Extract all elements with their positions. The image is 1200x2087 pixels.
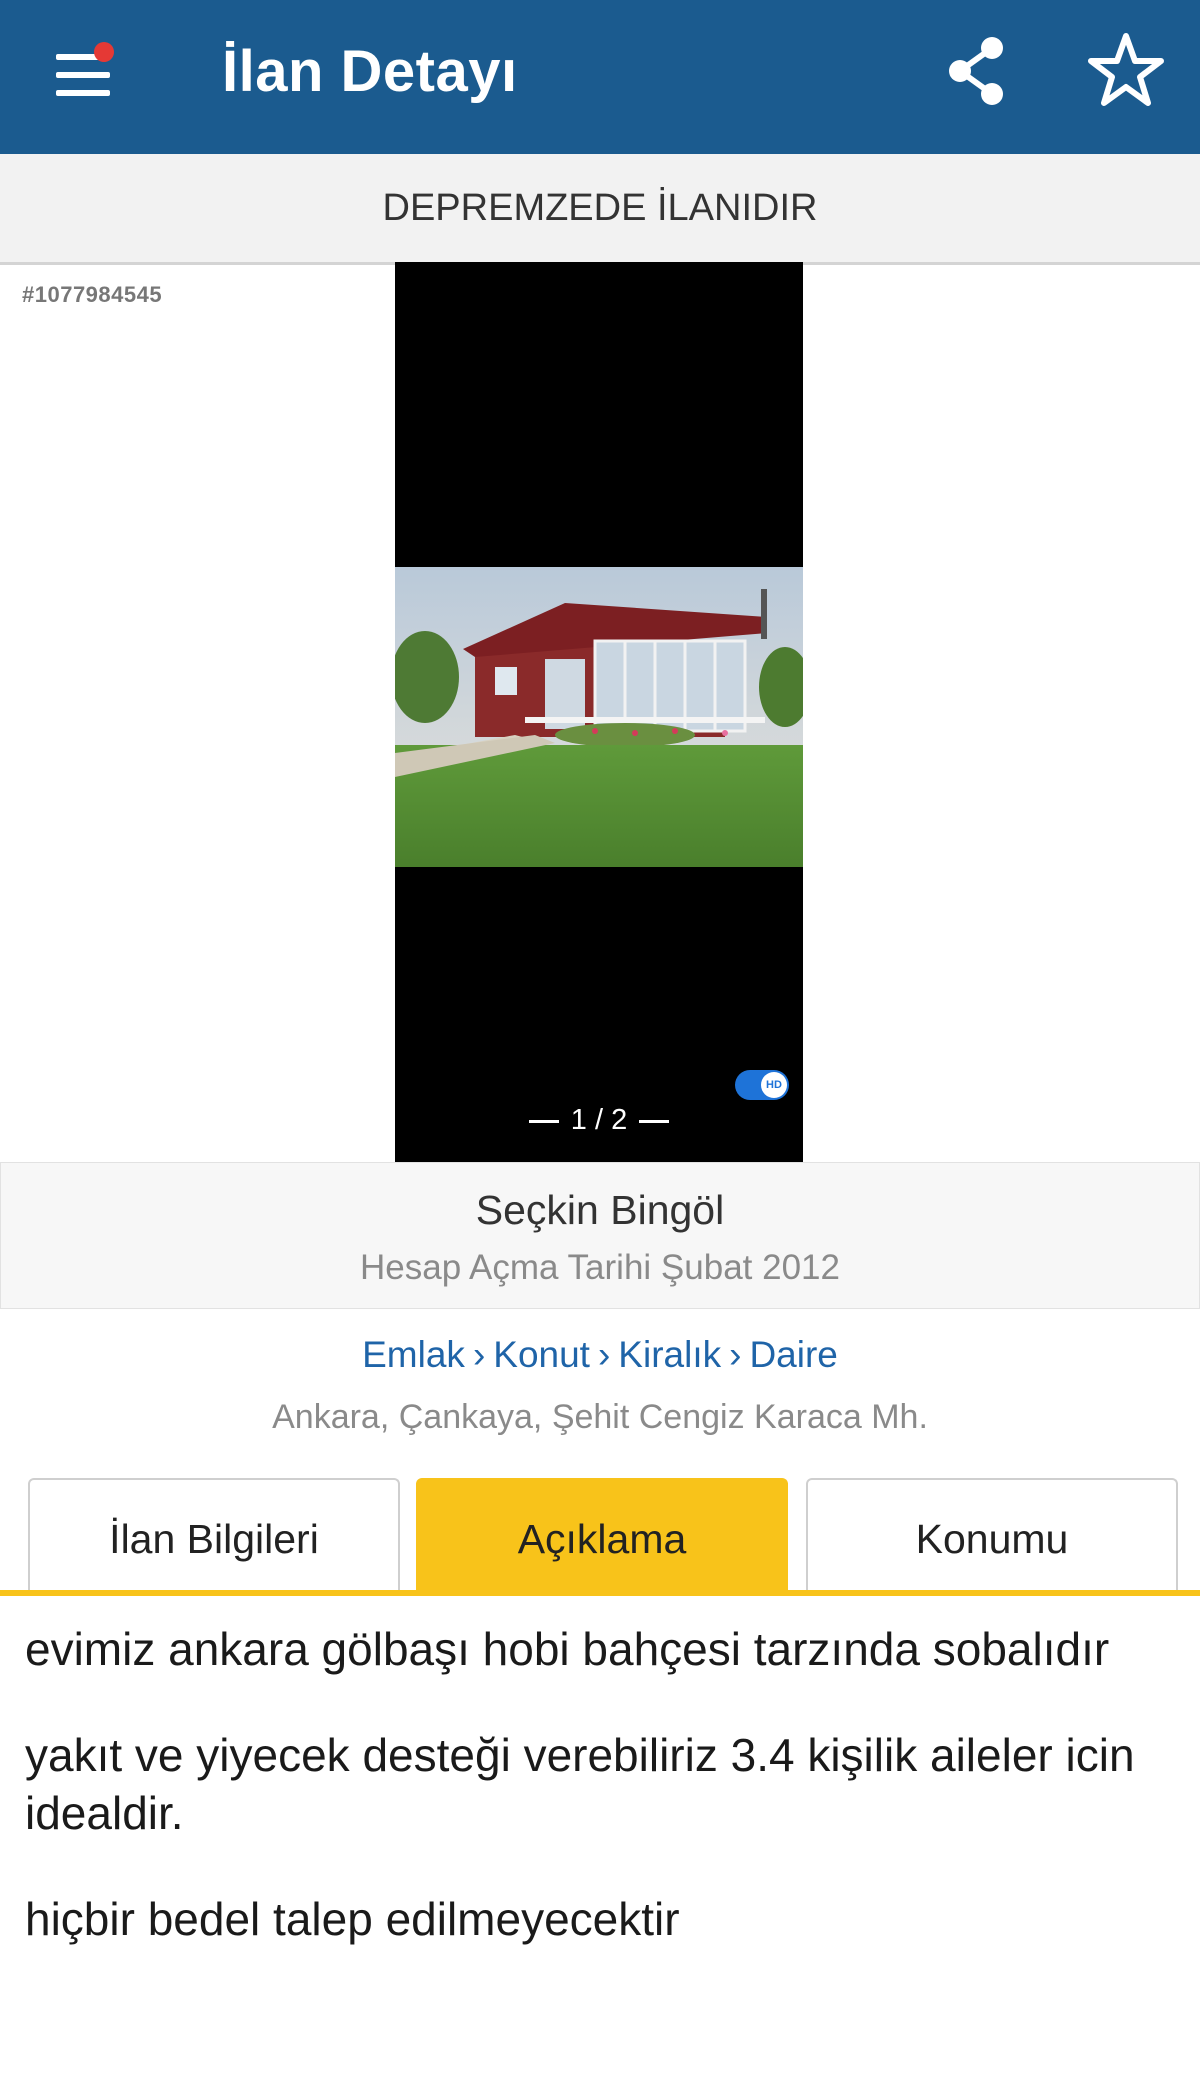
breadcrumb-item-daire[interactable]: Daire <box>749 1334 837 1375</box>
pager-line-left <box>528 1119 559 1123</box>
tab-konumu[interactable]: Konumu <box>806 1478 1178 1590</box>
hamburger-menu-icon-bar <box>56 90 110 96</box>
share-icon <box>949 37 1003 105</box>
seller-card[interactable]: Seçkin Bingöl Hesap Açma Tarihi Şubat 20… <box>0 1162 1200 1309</box>
tab-bar: İlan Bilgileri Açıklama Konumu <box>0 1478 1200 1592</box>
star-outline-icon <box>1088 33 1164 106</box>
listing-description: evimiz ankara gölbaşı hobi bahçesi tarzı… <box>25 1620 1185 1996</box>
favorite-button[interactable] <box>1088 30 1164 110</box>
description-paragraph: hiçbir bedel talep edilmeyecektir <box>25 1893 680 1945</box>
listing-number: #1077984545 <box>22 282 163 307</box>
tab-ilan-bilgileri[interactable]: İlan Bilgileri <box>28 1478 400 1590</box>
share-button[interactable] <box>944 34 1010 108</box>
listing-photo[interactable] <box>395 567 803 1132</box>
breadcrumb: Emlak › Konut › Kiralık › Daire <box>0 1334 1200 1376</box>
breadcrumb-item-kiralik[interactable]: Kiralık <box>618 1334 721 1375</box>
description-paragraph: evimiz ankara gölbaşı hobi bahçesi tarzı… <box>25 1623 1110 1675</box>
hd-toggle[interactable]: HD <box>735 1070 789 1100</box>
breadcrumb-separator: › <box>729 1334 742 1375</box>
listing-location: Ankara, Çankaya, Şehit Cengiz Karaca Mh. <box>272 1398 928 1436</box>
page-title: İlan Detayı <box>222 39 518 104</box>
notification-dot <box>94 42 114 62</box>
breadcrumb-separator: › <box>472 1334 486 1375</box>
hd-label: HD <box>761 1072 787 1098</box>
earthquake-victim-banner: DEPREMZEDE İLANIDIR <box>0 154 1200 265</box>
breadcrumb-item-emlak[interactable]: Emlak <box>362 1334 465 1375</box>
pager-line-right <box>639 1119 670 1123</box>
menu-button[interactable] <box>50 42 120 108</box>
breadcrumb-separator: › <box>597 1334 611 1375</box>
description-paragraph: yakıt ve yiyecek desteği verebiliriz 3.4… <box>25 1729 1135 1839</box>
hamburger-menu-icon-bar <box>56 72 110 78</box>
pager-text: 1 / 2 <box>570 1104 628 1136</box>
house-photo-image <box>395 567 803 867</box>
photo-pager: 1 / 2 <box>395 1104 803 1137</box>
photo-gallery[interactable]: HD 1 / 2 <box>395 262 803 1162</box>
app-bar: İlan Detayı <box>0 0 1200 154</box>
breadcrumb-item-konut[interactable]: Konut <box>493 1334 590 1375</box>
tab-aciklama[interactable]: Açıklama <box>416 1478 788 1590</box>
tab-underline <box>0 1590 1200 1596</box>
seller-since: Hesap Açma Tarihi Şubat 2012 <box>360 1248 840 1287</box>
seller-name[interactable]: Seçkin Bingöl <box>1 1187 1199 1234</box>
